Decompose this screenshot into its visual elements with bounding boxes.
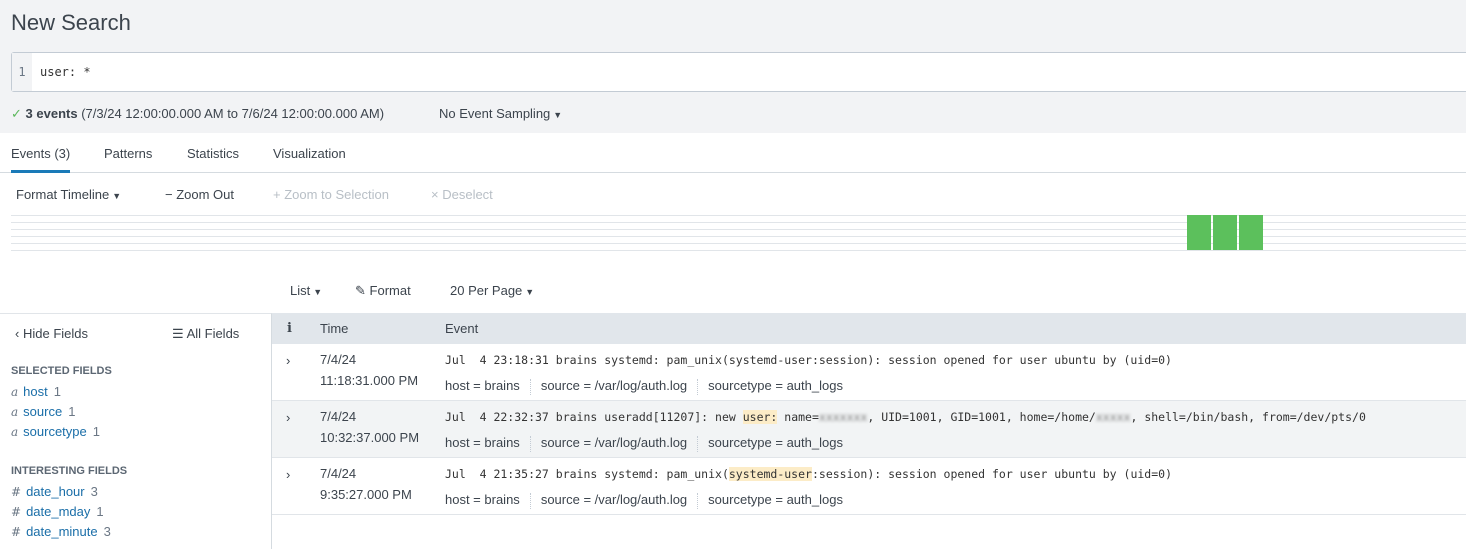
event-raw: Jul 4 23:18:31 brains systemd: pam_unix(…	[445, 353, 1172, 367]
event-meta: host = brains source = /var/log/auth.log s…	[445, 492, 843, 509]
table-header: i Time Event	[272, 313, 1466, 344]
list-view-dropdown[interactable]: List ▼	[290, 283, 322, 298]
sourcetype-value[interactable]: auth_logs	[787, 378, 843, 393]
event-date: 7/4/24	[320, 352, 357, 367]
highlight-term[interactable]: systemd-user	[728, 467, 812, 481]
caret-down-icon: ▼	[112, 191, 122, 201]
event-count: 3 events	[25, 106, 78, 121]
zoom-to-selection-button[interactable]: + Zoom to Selection	[273, 187, 389, 202]
sourcetype-value[interactable]: auth_logs	[787, 492, 843, 507]
redacted-text: xxxxx	[1095, 410, 1131, 424]
source-value[interactable]: /var/log/auth.log	[595, 492, 688, 507]
field-date-hour[interactable]: # date_hour 3	[11, 484, 98, 499]
caret-down-icon: ▼	[553, 110, 563, 120]
zoom-out-button[interactable]: − Zoom Out	[165, 187, 234, 202]
field-date-minute[interactable]: # date_minute 3	[11, 524, 111, 539]
event-raw: Jul 4 21:35:27 brains systemd: pam_unix(…	[445, 467, 1172, 481]
timeline-bar[interactable]	[1239, 215, 1263, 250]
expand-chevron-icon[interactable]: ›	[286, 410, 290, 425]
caret-down-icon: ▼	[313, 287, 323, 297]
table-row: › 7/4/24 11:18:31.000 PM Jul 4 23:18:31 …	[272, 344, 1466, 401]
list-icon: ☰	[172, 326, 184, 341]
tab-bar: Events (3) Patterns Statistics Visualiza…	[0, 134, 1466, 173]
event-date: 7/4/24	[320, 466, 357, 481]
deselect-button[interactable]: × Deselect	[431, 187, 493, 202]
sourcetype-value[interactable]: auth_logs	[787, 435, 843, 450]
time-column-header[interactable]: Time	[320, 321, 348, 336]
event-sampling-dropdown[interactable]: No Event Sampling ▼	[439, 106, 562, 121]
format-timeline-button[interactable]: Format Timeline ▼	[16, 187, 121, 202]
field-sourcetype[interactable]: a sourcetype 1	[11, 424, 100, 439]
event-raw: Jul 4 22:32:37 brains useradd[11207]: ne…	[445, 410, 1366, 424]
host-value[interactable]: brains	[484, 492, 519, 507]
table-row: › 7/4/24 10:32:37.000 PM Jul 4 22:32:37 …	[272, 401, 1466, 458]
chevron-left-icon: ‹	[15, 326, 20, 341]
field-date-mday[interactable]: # date_mday 1	[11, 504, 104, 519]
event-date: 7/4/24	[320, 409, 357, 424]
highlight-term[interactable]: user:	[742, 410, 778, 424]
timeline-bar[interactable]	[1213, 215, 1237, 250]
page-title: New Search	[11, 10, 131, 35]
time-range: (7/3/24 12:00:00.000 AM to 7/6/24 12:00:…	[81, 106, 385, 121]
table-row: › 7/4/24 9:35:27.000 PM Jul 4 21:35:27 b…	[272, 458, 1466, 515]
info-icon: i	[287, 321, 292, 336]
event-meta: host = brains source = /var/log/auth.log s…	[445, 435, 843, 452]
tab-visualization[interactable]: Visualization	[273, 146, 346, 161]
event-meta: host = brains source = /var/log/auth.log s…	[445, 378, 843, 395]
plus-icon: +	[273, 187, 281, 202]
format-button[interactable]: ✎ Format	[355, 283, 411, 299]
gridline	[11, 250, 1466, 251]
interesting-fields-header: INTERESTING FIELDS	[11, 465, 128, 477]
event-time: 9:35:27.000 PM	[320, 487, 412, 502]
event-time: 10:32:37.000 PM	[320, 430, 420, 445]
search-query[interactable]: user: *	[40, 53, 91, 91]
field-source[interactable]: a source 1	[11, 404, 75, 419]
source-value[interactable]: /var/log/auth.log	[595, 378, 688, 393]
host-value[interactable]: brains	[484, 378, 519, 393]
selected-fields-header: SELECTED FIELDS	[11, 365, 112, 377]
tab-statistics[interactable]: Statistics	[187, 146, 239, 161]
caret-down-icon: ▼	[525, 287, 535, 297]
timeline-bar[interactable]	[1187, 215, 1211, 250]
source-value[interactable]: /var/log/auth.log	[595, 435, 688, 450]
minus-icon: −	[165, 187, 173, 202]
expand-chevron-icon[interactable]: ›	[286, 353, 290, 368]
line-number: 1	[12, 53, 32, 91]
host-value[interactable]: brains	[484, 435, 519, 450]
expand-chevron-icon[interactable]: ›	[286, 467, 290, 482]
all-fields-button[interactable]: ☰ All Fields	[172, 326, 239, 342]
hide-fields-button[interactable]: ‹ Hide Fields	[15, 326, 88, 341]
x-icon: ×	[431, 187, 439, 202]
tab-events[interactable]: Events (3)	[11, 146, 71, 173]
redacted-text: xxxxxxx	[818, 410, 868, 424]
search-input[interactable]: 1 user: *	[11, 52, 1466, 92]
search-status: ✓ 3 events (7/3/24 12:00:00.000 AM to 7/…	[11, 106, 384, 122]
event-time: 11:18:31.000 PM	[320, 373, 419, 388]
pencil-icon: ✎	[355, 283, 366, 298]
per-page-dropdown[interactable]: 20 Per Page ▼	[450, 283, 534, 298]
check-icon: ✓	[11, 106, 22, 121]
field-host[interactable]: a host 1	[11, 384, 61, 399]
tab-patterns[interactable]: Patterns	[104, 146, 152, 161]
fields-sidebar: ‹ Hide Fields ☰ All Fields SELECTED FIEL…	[0, 313, 272, 549]
event-column-header: Event	[445, 321, 479, 336]
